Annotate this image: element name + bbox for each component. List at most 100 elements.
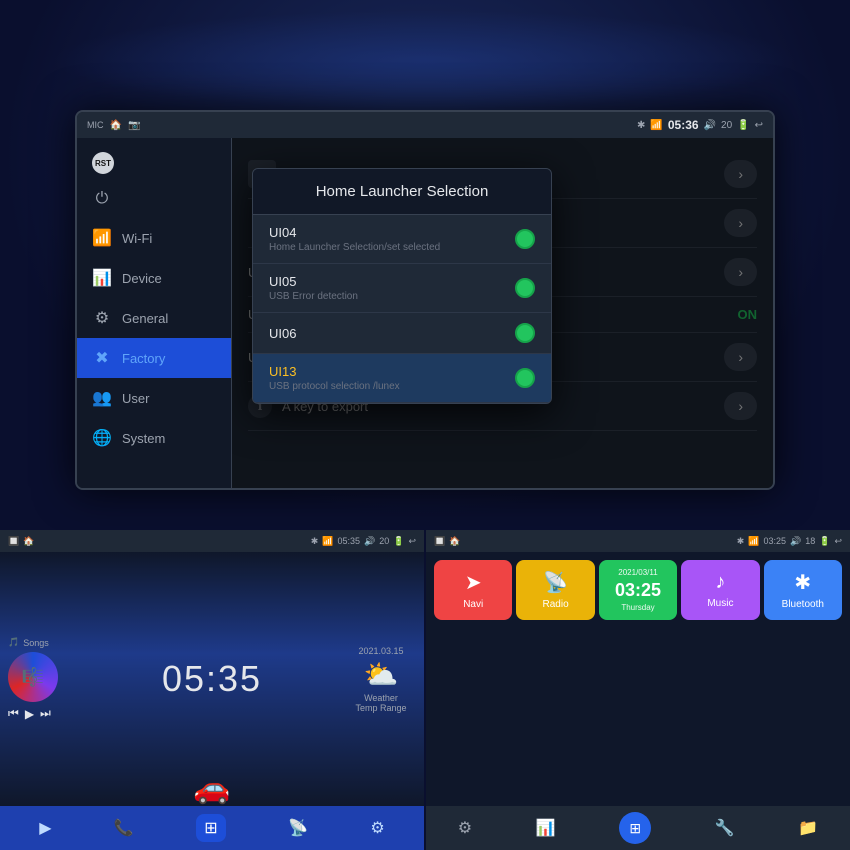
ui05-settings-icon[interactable]: ⚙ [458, 818, 472, 838]
ui05-folder-icon[interactable]: 📁 [798, 818, 818, 838]
navi-label: Navi [463, 599, 483, 610]
dialog-option-ui05[interactable]: UI05 USB Error detection [253, 264, 551, 313]
rst-button[interactable]: RST [77, 146, 231, 180]
sidebar-item-factory[interactable]: ✖ Factory [77, 338, 231, 378]
weather-label: WeatherTemp Range [355, 693, 406, 713]
ui04-home-icon: 🏠 [23, 536, 34, 547]
ui06-option-label: UI06 [269, 326, 296, 341]
dialog-option-ui06[interactable]: UI06 [253, 313, 551, 354]
music-album-art: 🎼 [8, 652, 58, 702]
ui05-back-icon[interactable]: ↩ [834, 536, 842, 547]
sidebar-item-system[interactable]: 🌐 System [77, 418, 231, 458]
ui04-option-label: UI04 [269, 225, 440, 240]
sidebar-item-wifi[interactable]: 📶 Wi-Fi [77, 218, 231, 258]
ui04-time-display: 05:35 [86, 658, 338, 700]
ui04-nav-bar: ▶ 📞 ⊞ 📡 ⚙ [0, 806, 424, 850]
ui05-time: 03:25 [763, 536, 786, 546]
ui04-bt-icon: ✱ [311, 536, 319, 547]
car-visual: 🚗 [193, 771, 230, 806]
ui05-main-content: ➤ Navi 📡 Radio 2021/03/11 03:25 Thursday… [426, 552, 850, 806]
ui06-radio [515, 323, 535, 343]
rst-circle: RST [92, 152, 114, 174]
general-icon: ⚙ [92, 308, 112, 328]
device-icon: 📊 [92, 268, 112, 288]
ui05-batt-icon: 🔋 [819, 536, 830, 547]
clock-day: Thursday [621, 603, 654, 612]
ui04-batt-icon: 🔋 [393, 536, 404, 547]
music-app-label: Music [707, 598, 733, 609]
ui04-wifi-icon: 📶 [322, 536, 333, 547]
battery-icon: 🔋 [737, 120, 749, 131]
music-controls: ⏮ ▶ ⏭ [8, 706, 78, 721]
music-title: 🎵 Songs [8, 637, 78, 648]
ui05-bt-icon: ✱ [737, 536, 745, 547]
battery-level: 20 [721, 120, 732, 131]
ui04-batt-level: 20 [379, 536, 389, 546]
ui04-screen: 🔲 🏠 ✱ 📶 05:35 🔊 20 🔋 ↩ 🎵 Songs 🎼 [0, 530, 426, 850]
ui05-tools-icon[interactable]: 🔧 [715, 818, 735, 838]
ui05-option-left: UI05 USB Error detection [269, 274, 358, 302]
nav-phone-icon[interactable]: 📞 [114, 818, 134, 838]
dialog-overlay: Home Launcher Selection UI04 Home Launch… [232, 138, 773, 488]
system-label: System [122, 431, 165, 446]
ui05-screen: 🔲 🏠 ✱ 📶 03:25 🔊 18 🔋 ↩ ➤ Navi [426, 530, 850, 850]
music-app-icon: ♪ [715, 571, 725, 594]
ui04-status-left: 🔲 🏠 [8, 536, 34, 547]
ui04-time: 05:35 [337, 536, 360, 546]
prev-button[interactable]: ⏮ [8, 706, 19, 721]
next-button[interactable]: ⏭ [40, 706, 51, 721]
bluetooth-app-tile[interactable]: ✱ Bluetooth [764, 560, 842, 620]
ui04-status-bar: 🔲 🏠 ✱ 📶 05:35 🔊 20 🔋 ↩ [0, 530, 424, 552]
ui05-wifi-icon: 📶 [748, 536, 759, 547]
general-label: General [122, 311, 168, 326]
play-button[interactable]: ▶ [25, 707, 34, 721]
sidebar-item-general[interactable]: ⚙ General [77, 298, 231, 338]
ui05-chart-icon[interactable]: 📊 [536, 818, 556, 838]
ui05-batt-level: 18 [805, 536, 815, 546]
factory-icon: ✖ [92, 348, 112, 368]
weather-icon: ⛅ [364, 658, 399, 691]
sidebar-item-device[interactable]: 📊 Device [77, 258, 231, 298]
wifi-icon: 📶 [650, 120, 662, 131]
ui04-back-icon[interactable]: ↩ [408, 536, 416, 547]
sidebar-item-user[interactable]: 👥 User [77, 378, 231, 418]
ui05-status-left: 🔲 🏠 [434, 536, 460, 547]
status-right: ✱ 📶 05:36 🔊 20 🔋 ↩ [637, 118, 763, 132]
ui05-option-sub: USB Error detection [269, 291, 358, 302]
nav-grid-icon[interactable]: ⊞ [196, 814, 225, 842]
music-app-tile[interactable]: ♪ Music [681, 560, 759, 620]
bottom-section: 🔲 🏠 ✱ 📶 05:35 🔊 20 🔋 ↩ 🎵 Songs 🎼 [0, 530, 850, 850]
clock-app-tile[interactable]: 2021/03/11 03:25 Thursday [599, 560, 677, 620]
mic-label: MIC [87, 120, 104, 130]
ui05-nav-bar: ⚙ 📊 ⊞ 🔧 📁 [426, 806, 850, 850]
ui04-vol-icon: 🔊 [364, 536, 375, 547]
weather-date: 2021.03.15 [358, 646, 403, 656]
ui04-radio [515, 229, 535, 249]
clock-date: 2021/03/11 [618, 568, 657, 577]
dialog-option-ui13[interactable]: UI13 USB protocol selection /lunex [253, 354, 551, 403]
navi-app-tile[interactable]: ➤ Navi [434, 560, 512, 620]
music-songs-label: Songs [23, 638, 49, 648]
ui13-option-left: UI13 USB protocol selection /lunex [269, 364, 400, 392]
ui04-clock: 05:35 [162, 658, 262, 699]
radio-app-tile[interactable]: 📡 Radio [516, 560, 594, 620]
wifi-label: Wi-Fi [122, 231, 152, 246]
ui05-status-right: ✱ 📶 03:25 🔊 18 🔋 ↩ [737, 536, 842, 547]
ui05-battery-icon: 🔲 [434, 536, 445, 547]
sidebar-item-power[interactable]: ⏻ [77, 180, 231, 218]
ui05-status-bar: 🔲 🏠 ✱ 📶 03:25 🔊 18 🔋 ↩ [426, 530, 850, 552]
system-icon: 🌐 [92, 428, 112, 448]
back-icon[interactable]: ↩ [755, 120, 763, 131]
bluetooth-icon: ✱ [637, 120, 645, 131]
app-grid: ➤ Navi 📡 Radio 2021/03/11 03:25 Thursday… [434, 560, 842, 620]
ui05-grid-icon[interactable]: ⊞ [619, 812, 651, 844]
user-label: User [122, 391, 149, 406]
bluetooth-label: Bluetooth [782, 599, 824, 610]
ui05-option-label: UI05 [269, 274, 358, 289]
nav-settings-icon[interactable]: ⚙ [370, 818, 384, 838]
weather-panel: 2021.03.15 ⛅ WeatherTemp Range [346, 646, 416, 713]
nav-navigation-icon[interactable]: ▶ [39, 818, 51, 838]
ui04-main-content: 🎵 Songs 🎼 ⏮ ▶ ⏭ 05:35 2021.03.15 ⛅ Weath… [0, 552, 424, 806]
dialog-option-ui04[interactable]: UI04 Home Launcher Selection/set selecte… [253, 215, 551, 264]
nav-signal-icon[interactable]: 📡 [288, 818, 308, 838]
